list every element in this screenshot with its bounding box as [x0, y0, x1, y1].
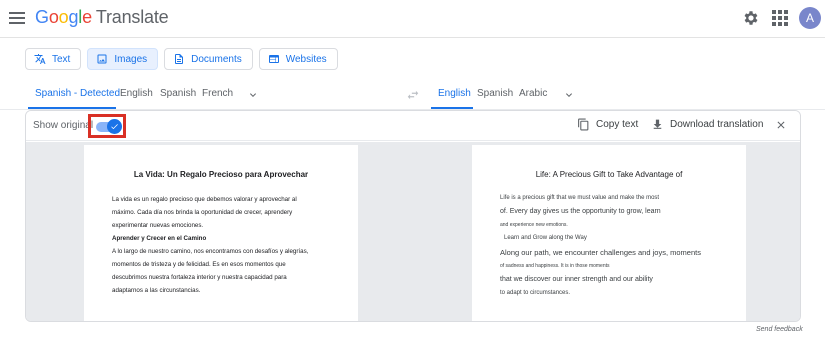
source-lang-french[interactable]: French	[202, 88, 233, 99]
copy-icon	[578, 118, 589, 131]
target-lang-english[interactable]: English	[438, 88, 471, 99]
source-lang-detected[interactable]: Spanish - Detected	[35, 88, 120, 99]
image-viewer: La Vida: Un Regalo Precioso para Aprovec…	[26, 142, 800, 321]
text-mode-button[interactable]: Text	[25, 48, 82, 70]
app-header: Google Translate A	[0, 0, 825, 38]
target-lang-spanish[interactable]: Spanish	[477, 88, 513, 99]
send-feedback-link[interactable]: Send feedback	[756, 326, 803, 333]
document-icon	[175, 54, 184, 64]
language-bar: Spanish - Detected English Spanish Frenc…	[0, 82, 825, 110]
mode-tabs: Text Images Documents Websites	[25, 48, 338, 70]
target-lang-arabic[interactable]: Arabic	[519, 88, 547, 99]
translated-title: Life: A Precious Gift to Take Advantage …	[535, 170, 683, 179]
swap-languages-icon[interactable]	[406, 88, 420, 102]
translate-icon	[34, 54, 46, 64]
documents-mode-button[interactable]: Documents	[164, 48, 253, 70]
translated-line: Life is a precious gift that we must val…	[500, 195, 660, 201]
original-line: La vida es un regalo precioso que debemo…	[112, 196, 297, 203]
app-logo[interactable]: Google Translate	[35, 7, 169, 28]
translated-subheading: Learn and Grow along the Way	[504, 235, 587, 241]
copy-text-label: Copy text	[596, 119, 639, 130]
translated-line: of. Every day gives us the opportunity t…	[500, 208, 661, 215]
documents-mode-label: Documents	[191, 53, 242, 65]
close-icon[interactable]	[775, 119, 787, 131]
translated-line: and experience new emotions.	[500, 222, 568, 228]
original-line: experimentar nuevas emociones.	[112, 222, 204, 229]
image-icon	[97, 54, 107, 64]
copy-text-button[interactable]: Copy text	[577, 118, 638, 131]
download-translation-button[interactable]: Download translation	[651, 118, 763, 131]
translated-image: Life: A Precious Gift to Take Advantage …	[472, 145, 746, 321]
translated-line: to adapt to circumstances.	[500, 290, 571, 296]
original-title: La Vida: Un Regalo Precioso para Aprovec…	[133, 170, 309, 179]
panel-toolbar: Show original Copy text Download transla…	[26, 111, 800, 141]
original-line: descubrimos nuestra fortaleza interior y…	[112, 274, 287, 281]
google-logo: Google	[35, 7, 92, 27]
checkmark-icon	[107, 119, 122, 134]
original-line: A lo largo de nuestro camino, nos encont…	[112, 248, 309, 255]
original-image: La Vida: Un Regalo Precioso para Aprovec…	[84, 145, 358, 321]
source-lang-spanish[interactable]: Spanish	[160, 88, 196, 99]
websites-mode-button[interactable]: Websites	[258, 48, 338, 70]
translated-line: of sadness and happiness. It is in those…	[500, 263, 610, 269]
original-line: momentos de tristeza y de felicidad. Es …	[112, 261, 286, 268]
highlight-box	[88, 114, 126, 138]
images-mode-label: Images	[114, 53, 148, 65]
websites-mode-label: Websites	[285, 53, 327, 65]
menu-icon[interactable]	[8, 9, 26, 27]
gear-icon[interactable]	[742, 9, 760, 27]
app-name: Translate	[95, 7, 169, 27]
show-original-toggle[interactable]	[96, 119, 122, 134]
download-label: Download translation	[670, 119, 764, 130]
image-translation-panel: Show original Copy text Download transla…	[25, 110, 801, 322]
avatar[interactable]: A	[799, 7, 821, 29]
images-mode-button[interactable]: Images	[87, 48, 159, 70]
text-mode-label: Text	[52, 53, 71, 65]
apps-grid-icon[interactable]	[772, 10, 788, 26]
download-icon	[653, 119, 662, 129]
source-lang-english[interactable]: English	[120, 88, 153, 99]
web-icon	[268, 55, 279, 63]
show-original-label: Show original	[33, 120, 94, 131]
chevron-down-icon[interactable]	[247, 89, 259, 101]
translated-line: Along our path, we encounter challenges …	[500, 248, 701, 257]
original-line: máximo. Cada día nos brinda la oportunid…	[112, 209, 293, 216]
original-line: adaptarnos a las circunstancias.	[112, 287, 201, 294]
translated-line: that we discover our inner strength and …	[500, 276, 653, 283]
original-subheading: Aprender y Crecer en el Camino	[112, 235, 207, 242]
chevron-down-icon[interactable]	[563, 89, 575, 101]
